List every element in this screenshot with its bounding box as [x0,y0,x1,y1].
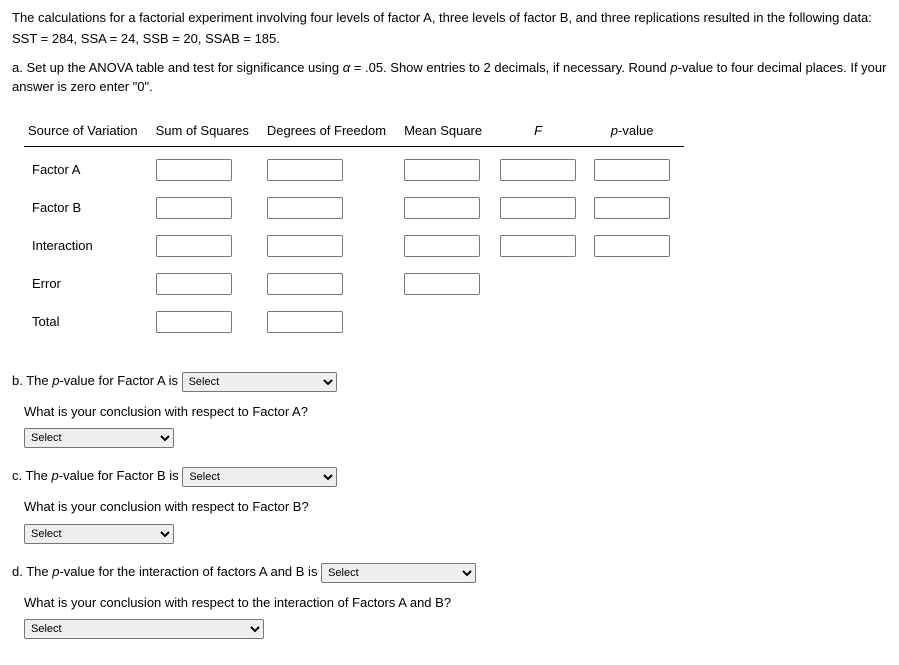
table-row: Total [24,303,684,341]
factor-a-p-input[interactable] [594,159,670,181]
header-ss: Sum of Squares [152,115,263,147]
factor-a-df-input[interactable] [267,159,343,181]
header-df: Degrees of Freedom [263,115,400,147]
header-f: F [496,115,590,147]
header-p: p-value [590,115,684,147]
table-row: Factor A [24,146,684,189]
b-conclusion-select[interactable]: Select [24,428,174,448]
c-p-letter: p [52,468,59,483]
part-a-mid: = .05. Show entries to 2 decimals, if ne… [350,60,670,75]
row-label-total: Total [24,303,152,341]
d-conclusion-select[interactable]: Select [24,619,264,639]
b-pvalue-select[interactable]: Select [182,372,337,392]
b-question: What is your conclusion with respect to … [24,402,887,422]
factor-a-f-input[interactable] [500,159,576,181]
row-label-factor-a: Factor A [24,146,152,189]
interaction-df-input[interactable] [267,235,343,257]
interaction-ss-input[interactable] [156,235,232,257]
d-mid: -value for the interaction of factors A … [59,564,317,579]
part-c: c. The p-value for Factor B is Select Wh… [12,466,887,544]
factor-b-ms-input[interactable] [404,197,480,219]
error-ss-input[interactable] [156,273,232,295]
row-label-factor-b: Factor B [24,189,152,227]
interaction-p-input[interactable] [594,235,670,257]
total-ss-input[interactable] [156,311,232,333]
factor-b-p-input[interactable] [594,197,670,219]
c-mid: -value for Factor B is [59,468,179,483]
factor-a-ms-input[interactable] [404,159,480,181]
intro-text: The calculations for a factorial experim… [12,8,887,50]
table-row: Interaction [24,227,684,265]
error-ms-input[interactable] [404,273,480,295]
factor-b-df-input[interactable] [267,197,343,219]
interaction-f-input[interactable] [500,235,576,257]
error-df-input[interactable] [267,273,343,295]
part-a-text: a. Set up the ANOVA table and test for s… [12,58,887,97]
b-prefix: b. The [12,373,52,388]
header-p-letter: p [611,123,618,138]
d-question: What is your conclusion with respect to … [24,593,887,613]
header-source: Source of Variation [24,115,152,147]
b-mid: -value for Factor A is [59,373,178,388]
part-b: b. The p-value for Factor A is Select Wh… [12,371,887,449]
d-pvalue-select[interactable]: Select [321,563,476,583]
c-pvalue-select[interactable]: Select [182,467,337,487]
c-prefix: c. The [12,468,52,483]
factor-a-ss-input[interactable] [156,159,232,181]
table-row: Error [24,265,684,303]
c-conclusion-select[interactable]: Select [24,524,174,544]
factor-b-f-input[interactable] [500,197,576,219]
part-d: d. The p-value for the interaction of fa… [12,562,887,640]
p-letter: p [670,60,677,75]
row-label-interaction: Interaction [24,227,152,265]
c-question: What is your conclusion with respect to … [24,497,887,517]
anova-table: Source of Variation Sum of Squares Degre… [24,115,684,341]
total-df-input[interactable] [267,311,343,333]
row-label-error: Error [24,265,152,303]
interaction-ms-input[interactable] [404,235,480,257]
header-ms: Mean Square [400,115,496,147]
table-row: Factor B [24,189,684,227]
factor-b-ss-input[interactable] [156,197,232,219]
table-header-row: Source of Variation Sum of Squares Degre… [24,115,684,147]
d-prefix: d. The [12,564,52,579]
header-p-suffix: -value [618,123,653,138]
part-a-prefix: a. Set up the ANOVA table and test for s… [12,60,343,75]
